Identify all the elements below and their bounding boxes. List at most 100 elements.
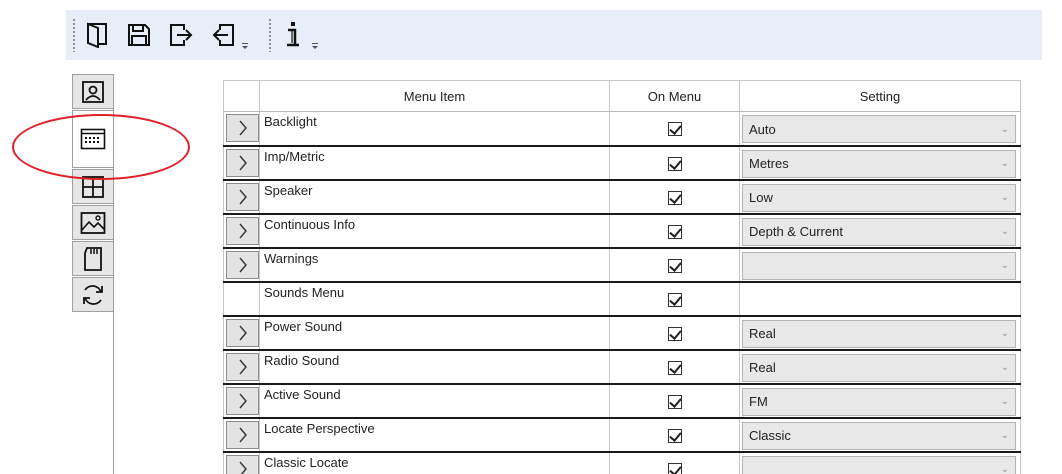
menu-settings-grid: Menu Item On Menu Setting Backlight Auto ⌄…: [223, 80, 1021, 474]
chevron-right-icon: [238, 427, 247, 442]
menu-list-icon: [80, 128, 106, 150]
setting-dropdown[interactable]: Real ⌄: [742, 353, 1016, 382]
on-menu-checkbox[interactable]: [667, 326, 682, 341]
row-expander-cell: [223, 247, 260, 283]
chevron-down-icon: ⌄: [1000, 260, 1009, 271]
chevron-right-icon: [238, 189, 247, 204]
tab-image[interactable]: [72, 205, 114, 240]
menu-item-label: Locate Perspective: [264, 420, 375, 436]
setting-dropdown[interactable]: Metres ⌄: [742, 149, 1016, 178]
on-menu-checkbox[interactable]: [667, 190, 682, 205]
toolbar-overflow-2[interactable]: [310, 17, 322, 53]
setting-cell: Low ⌄: [739, 179, 1021, 215]
header-on-menu[interactable]: On Menu: [609, 80, 740, 112]
on-menu-checkbox[interactable]: [667, 258, 682, 273]
menu-item-label: Sounds Menu: [264, 284, 345, 300]
on-menu-cell: [609, 349, 740, 385]
header-menu-item[interactable]: Menu Item: [259, 80, 610, 112]
setting-dropdown[interactable]: ⌄: [742, 251, 1016, 280]
row-expand-button[interactable]: [226, 352, 259, 381]
table-row[interactable]: Sounds Menu: [223, 281, 1021, 317]
chevron-right-icon: [238, 393, 247, 408]
menu-item-cell: Active Sound: [259, 383, 610, 419]
chevron-right-icon: [238, 155, 247, 170]
setting-dropdown[interactable]: ⌄: [742, 455, 1016, 474]
panel-divider: [113, 74, 114, 474]
on-menu-checkbox[interactable]: [667, 462, 682, 474]
info-button[interactable]: [278, 17, 308, 53]
chevron-down-icon: ⌄: [1000, 158, 1009, 169]
row-expand-button[interactable]: [226, 318, 259, 347]
menu-item-cell: Speaker: [259, 179, 610, 215]
row-expand-button[interactable]: [226, 216, 259, 245]
chevron-down-icon: ⌄: [1000, 464, 1009, 474]
on-menu-checkbox[interactable]: [667, 292, 682, 307]
setting-dropdown[interactable]: FM ⌄: [742, 387, 1016, 416]
tab-grid-layout[interactable]: [72, 169, 114, 204]
chevron-down-icon: ⌄: [1000, 328, 1009, 339]
menu-item-label: Imp/Metric: [264, 148, 325, 164]
row-expand-button[interactable]: [226, 386, 259, 415]
on-menu-cell: [609, 213, 740, 249]
table-row[interactable]: Locate Perspective Classic ⌄: [223, 417, 1021, 453]
tab-memory-card[interactable]: [72, 241, 114, 276]
import-icon: [212, 24, 234, 46]
image-icon: [80, 211, 106, 234]
table-row[interactable]: Imp/Metric Metres ⌄: [223, 145, 1021, 181]
setting-dropdown[interactable]: Low ⌄: [742, 183, 1016, 212]
setting-value: Real: [749, 360, 776, 375]
setting-value: Auto: [749, 121, 776, 137]
menu-item-cell: Locate Perspective: [259, 417, 610, 453]
open-button[interactable]: [82, 17, 112, 53]
header-setting[interactable]: Setting: [739, 80, 1021, 112]
toolbar-overflow[interactable]: [240, 17, 252, 53]
toolbar-grip[interactable]: [72, 18, 76, 52]
menu-item-label: Classic Locate: [264, 454, 349, 470]
row-expander-cell: [223, 349, 260, 385]
row-expander-cell: [223, 213, 260, 249]
chevron-down-icon: ⌄: [1000, 362, 1009, 373]
table-row[interactable]: Warnings ⌄: [223, 247, 1021, 283]
row-expand-button[interactable]: [226, 114, 259, 142]
on-menu-checkbox[interactable]: [667, 156, 682, 171]
row-expand-button[interactable]: [226, 182, 259, 211]
tab-profile[interactable]: [72, 74, 114, 109]
table-row[interactable]: Speaker Low ⌄: [223, 179, 1021, 215]
row-expander-cell: [223, 383, 260, 419]
table-row[interactable]: Continuous Info Depth & Current ⌄: [223, 213, 1021, 249]
setting-value: Classic: [749, 428, 791, 443]
export-button[interactable]: [166, 17, 196, 53]
chevron-right-icon: [238, 120, 247, 136]
setting-dropdown[interactable]: Auto ⌄: [742, 115, 1016, 143]
sync-icon: [83, 284, 103, 305]
on-menu-checkbox[interactable]: [667, 394, 682, 409]
table-row[interactable]: Active Sound FM ⌄: [223, 383, 1021, 419]
on-menu-checkbox[interactable]: [667, 428, 682, 443]
table-row[interactable]: Radio Sound Real ⌄: [223, 349, 1021, 385]
row-expand-button[interactable]: [226, 250, 259, 279]
save-button[interactable]: [124, 17, 154, 53]
row-expand-button[interactable]: [226, 420, 259, 449]
row-expand-button[interactable]: [226, 148, 259, 177]
setting-cell: Metres ⌄: [739, 145, 1021, 181]
on-menu-checkbox[interactable]: [667, 122, 682, 136]
import-button[interactable]: [208, 17, 238, 53]
chevron-right-icon: [238, 325, 247, 340]
toolbar-grip-2[interactable]: [268, 18, 272, 52]
setting-dropdown[interactable]: Classic ⌄: [742, 421, 1016, 450]
menu-item-label: Speaker: [264, 182, 313, 198]
export-icon: [170, 24, 193, 46]
table-row[interactable]: Power Sound Real ⌄: [223, 315, 1021, 351]
setting-dropdown[interactable]: Real ⌄: [742, 319, 1016, 348]
setting-cell: Auto ⌄: [739, 111, 1021, 147]
tab-menu-list[interactable]: [72, 110, 114, 168]
tab-sync[interactable]: [72, 277, 114, 312]
setting-dropdown[interactable]: Depth & Current ⌄: [742, 217, 1016, 246]
table-row[interactable]: Backlight Auto ⌄: [223, 111, 1021, 147]
on-menu-cell: [609, 383, 740, 419]
on-menu-checkbox[interactable]: [667, 224, 682, 239]
table-row[interactable]: Classic Locate ⌄: [223, 451, 1021, 474]
on-menu-checkbox[interactable]: [667, 360, 682, 375]
row-expand-button[interactable]: [226, 454, 259, 474]
setting-value: Low: [749, 190, 773, 205]
